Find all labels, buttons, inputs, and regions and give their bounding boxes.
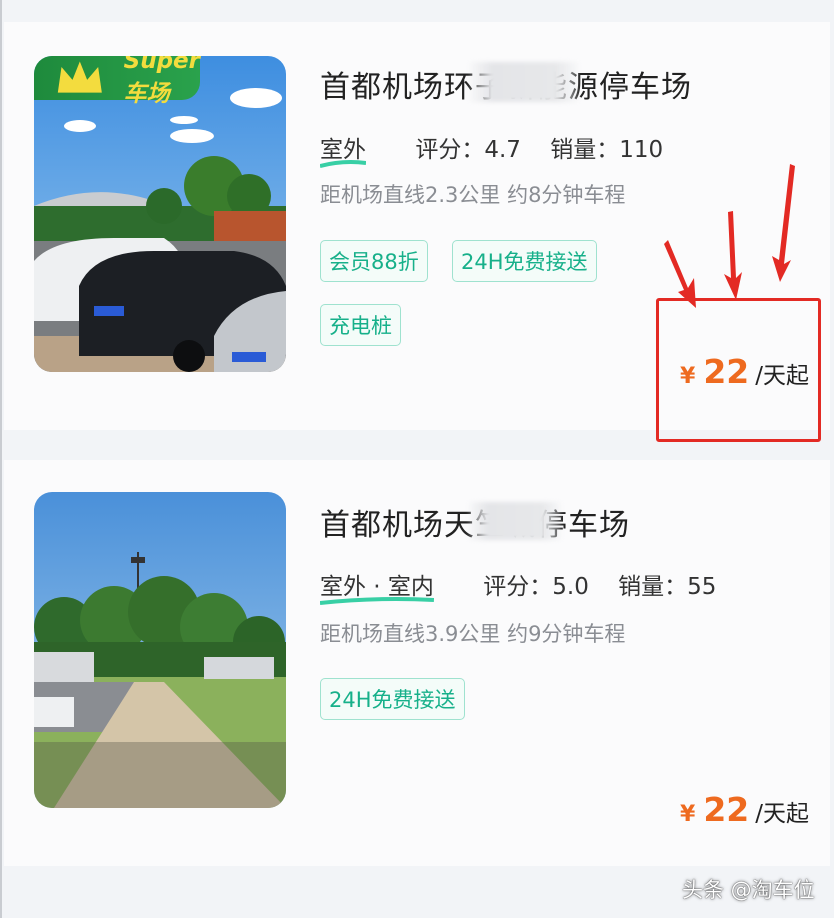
screen: Super车场 首都机场环子新能源停车场 室外 评分：4.7 销量：110 距机… — [0, 0, 834, 918]
highlight-swoosh — [320, 597, 434, 605]
rating: 评分：4.7 — [415, 137, 521, 163]
price: ¥22/天起 — [680, 790, 809, 829]
super-badge-label: Super车场 — [123, 56, 200, 107]
tag-charging-pile: 充电桩 — [320, 304, 401, 346]
annotation-arrows — [664, 164, 795, 308]
tag-free-shuttle: 24H免费接送 — [320, 678, 465, 720]
rating: 评分：5.0 — [483, 574, 589, 600]
distance-info: 距机场直线3.9公里 约9分钟车程 — [320, 622, 626, 646]
left-border — [0, 0, 2, 918]
sales-label: 销量： — [618, 574, 688, 600]
watermark: 头条 @淘车位 — [682, 878, 815, 902]
sales: 销量：110 — [550, 137, 663, 163]
rating-label: 评分： — [415, 137, 485, 163]
sales-value: 55 — [687, 574, 717, 600]
listing-meta: 室外 评分：4.7 销量：110 — [320, 130, 685, 168]
parking-lot-photo-image — [34, 492, 286, 808]
redaction-blur — [470, 62, 578, 102]
tag-free-shuttle: 24H免费接送 — [452, 240, 597, 282]
tag-member-discount: 会员88折 — [320, 240, 428, 282]
parking-listing-card[interactable]: 首都机场天竺城停车场 室外 · 室内 评分：5.0 销量：55 距机场直线3.9… — [4, 460, 830, 866]
rating-value: 5.0 — [552, 574, 589, 600]
distance-info: 距机场直线2.3公里 约8分钟车程 — [320, 183, 626, 207]
currency-symbol: ¥ — [680, 802, 696, 827]
parking-lot-photo[interactable] — [34, 492, 286, 808]
sales: 销量：55 — [618, 574, 716, 600]
area-type: 室外 · 室内 — [320, 567, 434, 605]
crown-icon — [57, 61, 102, 93]
highlight-swoosh — [320, 160, 366, 168]
highlight-box — [656, 298, 821, 442]
price-amount: 22 — [703, 790, 750, 829]
sales-label: 销量： — [550, 137, 620, 163]
listing-meta: 室外 · 室内 评分：5.0 销量：55 — [320, 567, 738, 605]
rating-value: 4.7 — [484, 137, 521, 163]
super-parking-badge: Super车场 — [34, 56, 200, 107]
parking-lot-photo[interactable]: Super车场 — [34, 56, 286, 372]
redaction-blur — [469, 502, 561, 540]
rating-label: 评分： — [483, 574, 553, 600]
price-unit: /天起 — [755, 801, 809, 827]
area-type: 室外 — [320, 130, 366, 168]
